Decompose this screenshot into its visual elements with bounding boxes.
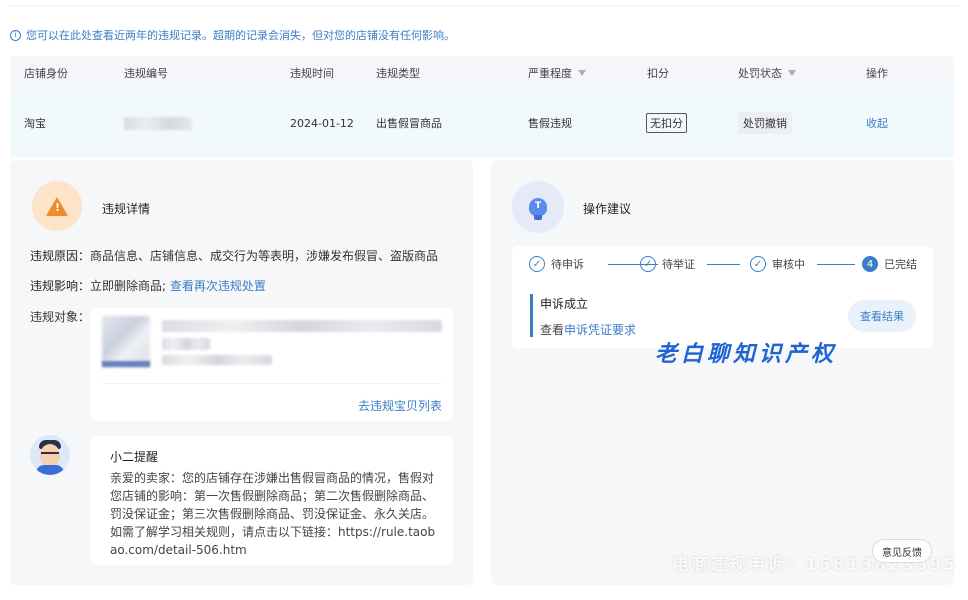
header-violation-id: 违规编号 bbox=[124, 66, 168, 80]
check-icon: ✓ bbox=[640, 256, 656, 272]
result-accent-bar bbox=[530, 294, 533, 337]
deduction-tag: 无扣分 bbox=[646, 113, 687, 133]
tip-card: 小二提醒 亲爱的卖家：您的店铺存在涉嫌出售假冒商品的情况，售假对您店铺的影响：第… bbox=[90, 436, 453, 565]
header-shop-identity: 店铺身份 bbox=[24, 66, 68, 80]
warning-icon: ! bbox=[32, 181, 82, 231]
header-penalty-status[interactable]: 处罚状态 bbox=[738, 56, 796, 89]
tip-title: 小二提醒 bbox=[110, 450, 159, 464]
violation-details-panel: ! 违规详情 违规原因：商品信息、店铺信息、成交行为等表明，涉嫌发布假冒、盗版商… bbox=[10, 160, 473, 585]
target-label: 违规对象： bbox=[30, 310, 91, 324]
avatar bbox=[30, 435, 70, 475]
table-row: 淘宝 2024-01-12 出售假冒商品 售假违规 无扣分 处罚撤销 收起 bbox=[10, 89, 954, 157]
redacted-subtitle bbox=[162, 338, 210, 350]
step-connector bbox=[707, 264, 740, 265]
check-icon: ✓ bbox=[529, 256, 545, 272]
header-severity[interactable]: 严重程度 bbox=[528, 56, 586, 89]
cell-severity: 售假违规 bbox=[528, 117, 572, 130]
cell-violation-type: 出售假冒商品 bbox=[376, 117, 442, 130]
impact-label: 违规影响： bbox=[30, 279, 91, 293]
tip-body: 亲爱的卖家：您的店铺存在涉嫌出售假冒商品的情况，售假对您店铺的影响：第一次售假删… bbox=[110, 471, 436, 557]
header-action: 操作 bbox=[866, 66, 888, 80]
appeal-steps-card: ✓ 待申诉 ✓ 待举证 ✓ 审核中 4 已完结 申诉成立 查看申诉凭证要求 查看… bbox=[512, 246, 933, 348]
redacted-meta bbox=[162, 355, 272, 365]
header-violation-time: 违规时间 bbox=[290, 66, 334, 80]
impact-value: 立即删除商品; bbox=[90, 279, 167, 293]
card-divider bbox=[102, 383, 441, 384]
reason-value: 商品信息、店铺信息、成交行为等表明，涉嫌发布假冒、盗版商品 bbox=[90, 249, 439, 263]
step-label: 审核中 bbox=[772, 258, 805, 271]
notice-bar: i 您可以在此处查看近两年的违规记录。超期的记录会消失，但对您的店铺没有任何影响… bbox=[10, 27, 455, 43]
cell-violation-id bbox=[124, 89, 192, 157]
thumbnail-bar bbox=[102, 361, 150, 367]
redacted-id bbox=[124, 116, 192, 130]
redacted-title bbox=[162, 320, 442, 332]
header-deduction: 扣分 bbox=[647, 66, 669, 80]
result-prefix: 查看 bbox=[540, 323, 565, 337]
cell-violation-time: 2024-01-12 bbox=[290, 116, 354, 130]
lightbulb-icon: T bbox=[512, 181, 564, 233]
violation-items-link[interactable]: 去违规宝贝列表 bbox=[358, 397, 442, 414]
violation-impact: 违规影响：立即删除商品; 查看再次违规处置 bbox=[30, 277, 266, 294]
step-pending-evidence: ✓ 待举证 bbox=[640, 256, 695, 272]
table-header: 店铺身份 违规编号 违规时间 违规类型 严重程度 扣分 处罚状态 操作 bbox=[10, 56, 954, 89]
step-pending-appeal: ✓ 待申诉 bbox=[529, 256, 584, 272]
filter-icon[interactable] bbox=[578, 69, 586, 76]
evidence-requirements-link[interactable]: 申诉凭证要求 bbox=[564, 323, 636, 337]
result-title: 申诉成立 bbox=[540, 297, 589, 311]
operation-advice-panel: T 操作建议 ✓ 待申诉 ✓ 待举证 ✓ 审核中 4 已完结 申诉成立 查看申诉… bbox=[491, 160, 954, 585]
cell-deduction: 无扣分 bbox=[646, 89, 687, 157]
filter-icon[interactable] bbox=[788, 69, 796, 76]
step-label: 待申诉 bbox=[551, 258, 584, 271]
cell-shop-identity: 淘宝 bbox=[24, 117, 46, 130]
step-completed: 4 已完结 bbox=[862, 256, 917, 272]
step-number-icon: 4 bbox=[862, 256, 878, 272]
status-badge: 处罚撤销 bbox=[738, 112, 792, 134]
details-title: 违规详情 bbox=[102, 202, 151, 216]
violation-table: 店铺身份 违规编号 违规时间 违规类型 严重程度 扣分 处罚状态 操作 淘宝 2… bbox=[10, 56, 954, 157]
advice-title: 操作建议 bbox=[583, 202, 632, 216]
impact-link[interactable]: 查看再次违规处置 bbox=[170, 279, 266, 293]
cell-penalty-status: 处罚撤销 bbox=[738, 89, 792, 157]
reason-label: 违规原因： bbox=[30, 249, 91, 263]
result-link-line: 查看申诉凭证要求 bbox=[540, 321, 636, 338]
check-icon: ✓ bbox=[750, 256, 766, 272]
top-divider bbox=[10, 5, 958, 6]
info-icon: i bbox=[10, 29, 21, 41]
step-connector bbox=[817, 264, 855, 265]
watermark-text: 老白聊知识产权 bbox=[655, 341, 838, 367]
step-label: 已完结 bbox=[884, 258, 917, 271]
violation-reason: 违规原因：商品信息、店铺信息、成交行为等表明，涉嫌发布假冒、盗版商品 bbox=[30, 247, 438, 264]
header-violation-type: 违规类型 bbox=[376, 66, 420, 80]
collapse-link[interactable]: 收起 bbox=[866, 89, 888, 157]
notice-text: 您可以在此处查看近两年的违规记录。超期的记录会消失，但对您的店铺没有任何影响。 bbox=[26, 29, 455, 42]
step-label: 待举证 bbox=[662, 258, 695, 271]
feedback-button[interactable]: 意见反馈 bbox=[872, 539, 932, 563]
header-severity-label: 严重程度 bbox=[528, 66, 572, 80]
view-result-button[interactable]: 查看结果 bbox=[848, 300, 916, 332]
header-penalty-status-label: 处罚状态 bbox=[738, 66, 782, 80]
step-under-review: ✓ 审核中 bbox=[750, 256, 805, 272]
